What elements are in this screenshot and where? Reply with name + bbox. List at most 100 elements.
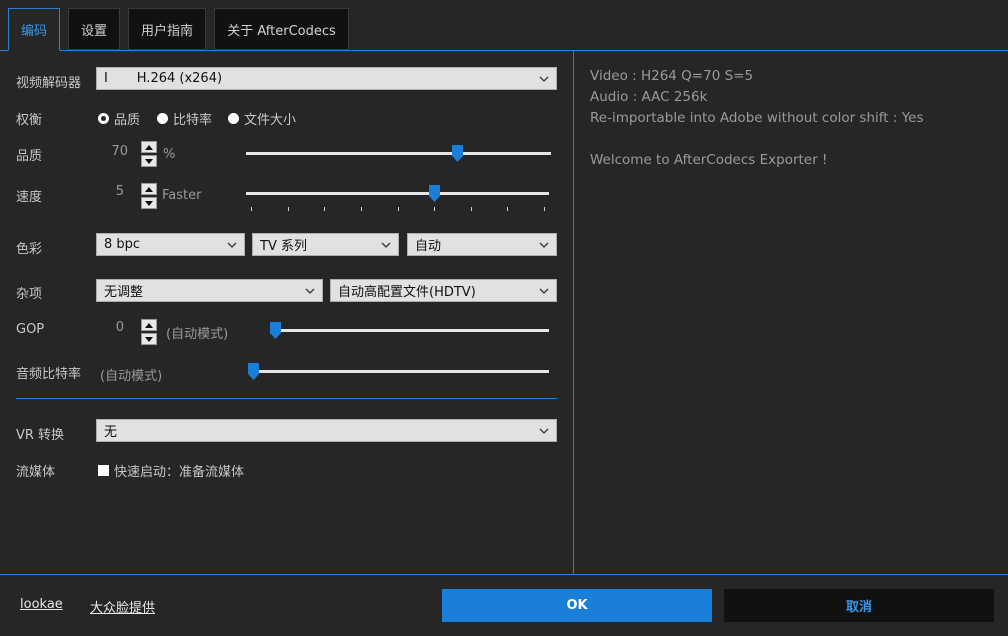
profile-value: 自动高配置文件(HDTV) (338, 285, 476, 300)
tab-label: 用户指南 (140, 23, 193, 39)
stepper-down-button[interactable] (141, 197, 157, 209)
cancel-button[interactable]: 取消 (724, 589, 994, 622)
radio-bitrate[interactable]: 比特率 (157, 109, 212, 128)
provider-link[interactable]: 大众脸提供 (90, 597, 155, 616)
tab-label: 设置 (80, 23, 107, 39)
tab-underline (0, 50, 1008, 51)
speed-unit: Faster (162, 188, 202, 203)
color-matrix-value: 自动 (415, 239, 442, 254)
chevron-down-icon (539, 288, 549, 294)
color-label: 色彩 (16, 242, 43, 257)
audio-bitrate-slider-track[interactable] (248, 370, 549, 373)
radio-label: 比特率 (173, 113, 213, 128)
tab-about[interactable]: 关于 AfterCodecs (214, 8, 349, 50)
caret-down-icon (145, 336, 153, 342)
audio-bitrate-label: 音频比特率 (16, 367, 82, 382)
tab-user-guide[interactable]: 用户指南 (128, 8, 206, 50)
speed-value[interactable]: 5 (94, 184, 124, 199)
quality-unit: % (163, 147, 176, 162)
speed-stepper[interactable] (141, 183, 157, 209)
color-range-select[interactable]: TV 系列 (252, 233, 399, 256)
radio-label: 品质 (114, 113, 141, 128)
vr-select[interactable]: 无 (96, 419, 557, 442)
encoder-value: I H.264 (x264) (104, 71, 223, 86)
color-depth-select[interactable]: 8 bpc (96, 233, 245, 256)
streaming-label: 流媒体 (16, 465, 56, 480)
panel-divider (573, 50, 574, 574)
color-matrix-select[interactable]: 自动 (407, 233, 557, 256)
tuning-select[interactable]: 无调整 (96, 279, 323, 302)
ok-label: OK (566, 598, 588, 613)
chevron-down-icon (539, 76, 549, 82)
lookae-link[interactable]: lookae (20, 597, 63, 612)
caret-up-icon (145, 144, 153, 150)
stepper-up-button[interactable] (141, 141, 157, 153)
fast-start-checkbox[interactable]: 快速启动：准备流媒体 (98, 461, 244, 480)
checkbox-label: 快速启动：准备流媒体 (114, 465, 245, 480)
radio-quality[interactable]: 品质 (98, 109, 140, 128)
radio-label: 文件大小 (244, 113, 297, 128)
color-depth-value: 8 bpc (104, 237, 141, 252)
speed-label: 速度 (16, 190, 43, 205)
chevron-down-icon (539, 428, 549, 434)
gop-stepper[interactable] (141, 319, 157, 345)
info-welcome: Welcome to AfterCodecs Exporter ! (590, 152, 828, 168)
slider-tick (397, 207, 399, 211)
section-divider (16, 398, 557, 399)
vr-label: VR 转换 (16, 428, 65, 443)
footer-divider (0, 574, 1008, 575)
info-video: Video : H264 Q=70 S=5 (590, 68, 754, 84)
gop-mode: (自动模式) (166, 327, 229, 342)
radio-checked-icon (98, 113, 109, 124)
tab-label: 关于 AfterCodecs (227, 23, 336, 39)
info-audio: Audio : AAC 256k (590, 89, 708, 105)
ok-button[interactable]: OK (442, 589, 712, 622)
quality-stepper[interactable] (141, 141, 157, 167)
radio-filesize[interactable]: 文件大小 (228, 109, 296, 128)
chevron-down-icon (381, 242, 391, 248)
slider-tick (251, 207, 252, 211)
chevron-down-icon (305, 288, 315, 294)
chevron-down-icon (227, 242, 237, 248)
misc-label: 杂项 (16, 287, 43, 302)
profile-select[interactable]: 自动高配置文件(HDTV) (330, 279, 557, 302)
speed-slider-track[interactable] (246, 192, 549, 195)
stepper-up-button[interactable] (141, 319, 157, 331)
encoder-select[interactable]: I H.264 (x264) (96, 67, 557, 90)
color-range-value: TV 系列 (260, 239, 307, 254)
slider-tick (324, 207, 326, 211)
slider-tick (544, 207, 545, 211)
gop-value[interactable]: 0 (94, 320, 124, 335)
stepper-down-button[interactable] (141, 333, 157, 345)
cancel-label: 取消 (845, 600, 872, 615)
slider-tick (360, 207, 362, 211)
gop-slider-thumb[interactable] (270, 322, 281, 339)
tuning-value: 无调整 (104, 285, 144, 300)
tradeoff-label: 权衡 (16, 113, 43, 128)
gop-slider-track[interactable] (270, 329, 549, 332)
gop-label: GOP (16, 322, 45, 337)
info-reimport: Re-importable into Adobe without color s… (590, 110, 924, 126)
vr-value: 无 (104, 425, 118, 440)
radio-icon (157, 113, 168, 124)
caret-down-icon (145, 158, 153, 164)
checkbox-icon (98, 465, 109, 476)
tab-label: 编码 (20, 24, 47, 39)
tab-settings[interactable]: 设置 (68, 8, 120, 50)
audio-bitrate-slider-thumb[interactable] (248, 363, 259, 380)
quality-slider-track[interactable] (246, 152, 551, 155)
slider-tick (434, 207, 436, 211)
encoder-label: 视频解码器 (16, 76, 82, 91)
quality-label: 品质 (16, 149, 43, 164)
caret-up-icon (145, 322, 153, 328)
speed-slider-thumb[interactable] (428, 185, 440, 202)
quality-slider-thumb[interactable] (451, 145, 463, 162)
stepper-up-button[interactable] (141, 183, 157, 195)
slider-tick (287, 207, 289, 211)
slider-tick (507, 207, 509, 211)
caret-down-icon (145, 200, 153, 206)
radio-icon (228, 113, 239, 124)
quality-value[interactable]: 70 (98, 144, 128, 159)
stepper-down-button[interactable] (141, 155, 157, 167)
tab-encoding[interactable]: 编码 (8, 8, 60, 51)
